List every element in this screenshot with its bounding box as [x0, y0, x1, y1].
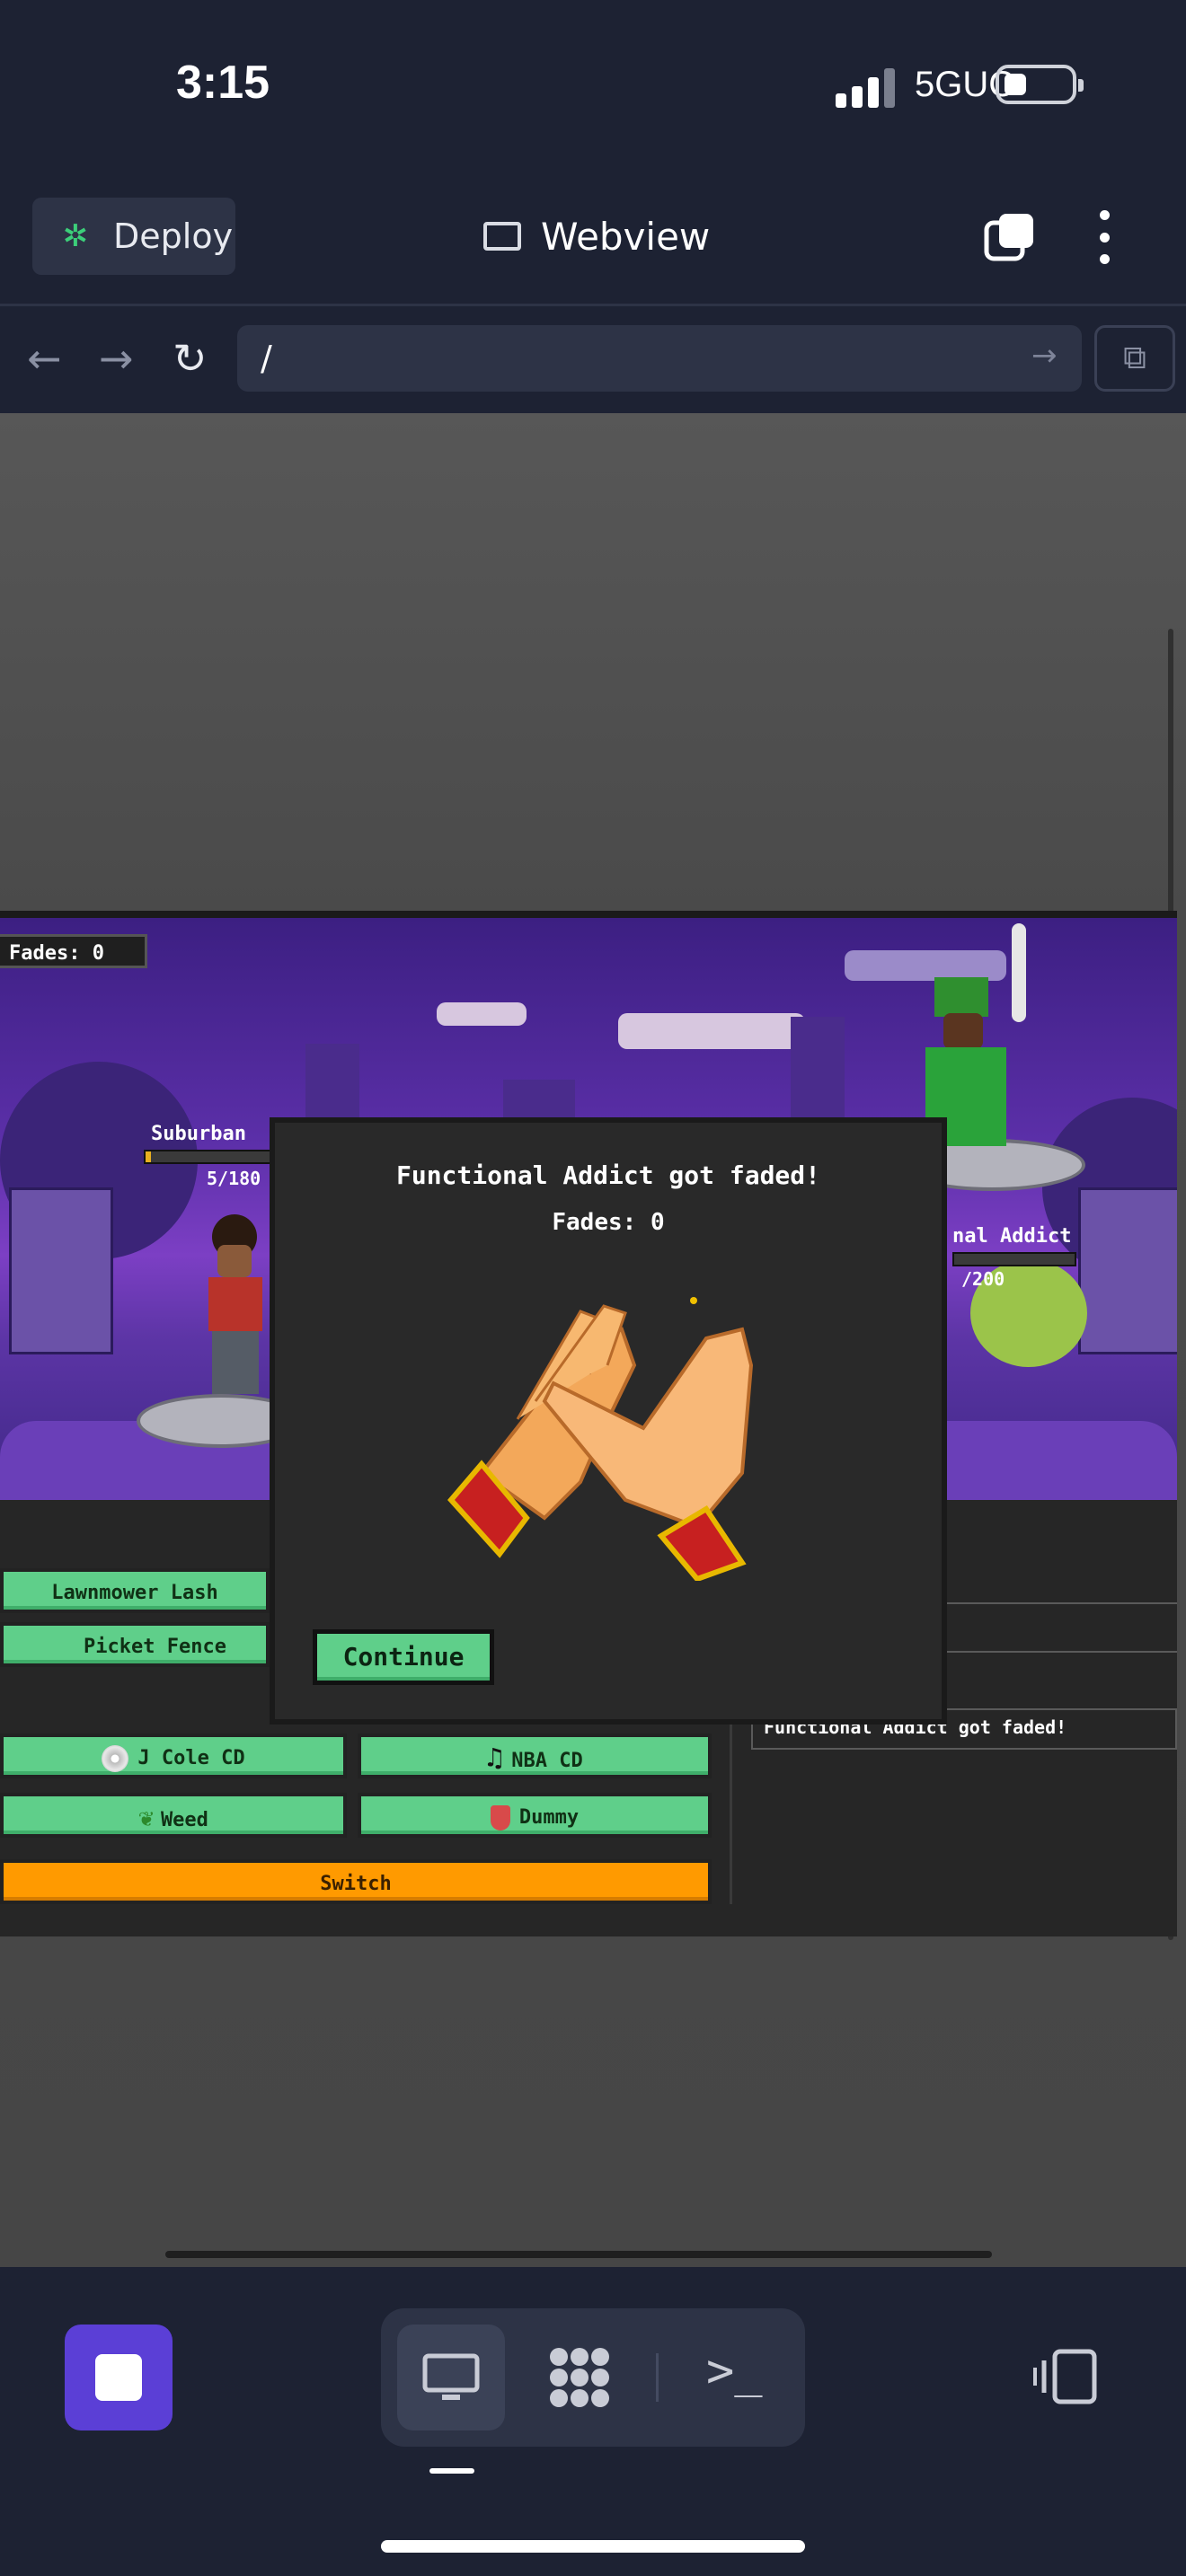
tabs-icon[interactable]	[983, 210, 1037, 264]
back-icon[interactable]: ←	[27, 334, 62, 383]
continue-button[interactable]: Continue	[313, 1629, 494, 1685]
cloud	[618, 1013, 805, 1049]
active-tab-indicator	[429, 2468, 474, 2474]
dialog-fades: Fades: 0	[552, 1209, 665, 1236]
player-name: Suburban	[151, 1123, 246, 1145]
reload-icon[interactable]: ↻	[173, 334, 208, 383]
move-button-picket-fence[interactable]: Picket Fence	[0, 1622, 270, 1667]
cloud	[845, 950, 1006, 981]
home-indicator	[381, 2540, 805, 2553]
status-time: 3:15	[176, 57, 270, 109]
desktop-view-tab[interactable]	[397, 2325, 505, 2430]
open-external-icon[interactable]: ⧉	[1094, 325, 1175, 392]
monitor-icon	[483, 222, 521, 251]
shield-icon	[490, 1805, 510, 1831]
forward-icon[interactable]: →	[99, 334, 134, 383]
item-label: Weed	[160, 1809, 208, 1831]
house	[9, 1187, 113, 1354]
enemy-hp-text: /200	[961, 1268, 1005, 1290]
player-hp-text: 5/180	[207, 1168, 261, 1189]
item-button-weed[interactable]: ❦ Weed	[0, 1793, 347, 1838]
clapping-hands-icon	[447, 1297, 754, 1581]
item-button-dummy[interactable]: Dummy	[358, 1793, 712, 1838]
dialog-title: Functional Addict got faded!	[395, 1160, 820, 1190]
item-button-nba-cd[interactable]: ♫ NBA CD	[358, 1734, 712, 1778]
signal-icon	[836, 66, 895, 108]
switcher-divider	[656, 2353, 659, 2402]
deploy-icon: ✲	[62, 218, 89, 254]
move-button-lawnmower-lash[interactable]: Lawnmower Lash	[0, 1568, 270, 1613]
stop-icon	[95, 2354, 142, 2401]
header-divider	[0, 304, 1186, 306]
music-note-icon: ♫	[486, 1742, 503, 1774]
stop-button[interactable]	[65, 2325, 173, 2430]
apps-icon[interactable]	[546, 2344, 613, 2411]
fades-counter: Fades: 0	[0, 934, 147, 968]
url-input[interactable]: /	[237, 325, 1082, 392]
item-label: NBA CD	[511, 1750, 583, 1772]
deploy-button[interactable]: ✲ Deploy	[32, 198, 235, 275]
horizontal-scrollbar[interactable]	[165, 2251, 992, 2258]
webview-title[interactable]: Webview	[483, 207, 710, 266]
terminal-icon[interactable]: >_	[706, 2344, 763, 2398]
webview-title-label: Webview	[541, 214, 711, 259]
cd-icon	[102, 1745, 129, 1772]
go-arrow-icon[interactable]: →	[1031, 338, 1058, 374]
player-sprite	[199, 1214, 271, 1403]
enemy-hp-bar	[952, 1252, 1076, 1266]
more-menu-icon[interactable]	[1094, 210, 1114, 264]
item-label: J Cole CD	[137, 1747, 245, 1769]
player-hp-bar	[144, 1150, 273, 1164]
switch-button[interactable]: Switch	[0, 1859, 712, 1904]
leaf-icon: ❦	[138, 1803, 154, 1832]
item-button-j-cole-cd[interactable]: J Cole CD	[0, 1734, 347, 1778]
panel-toggle-icon[interactable]	[1033, 2348, 1098, 2405]
battery-icon	[996, 65, 1084, 104]
item-label: Dummy	[518, 1806, 580, 1829]
faded-dialog: Functional Addict got faded! Fades: 0 Co…	[270, 1117, 947, 1725]
deploy-label: Deploy	[113, 216, 234, 256]
monitor-icon	[422, 2353, 480, 2400]
house	[1078, 1187, 1177, 1354]
cloud	[437, 1002, 527, 1026]
enemy-name: nal Addict	[952, 1225, 1072, 1248]
